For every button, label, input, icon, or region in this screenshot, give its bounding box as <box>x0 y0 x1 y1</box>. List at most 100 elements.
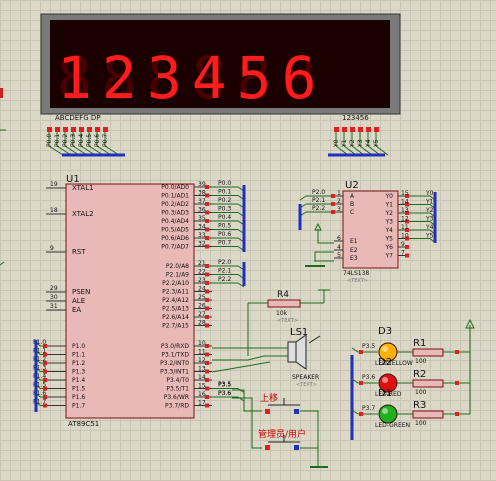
u2-pin-number: 2 <box>337 198 341 205</box>
u1-net-label: P0.1 <box>218 189 231 196</box>
u2-net-label: Y3 <box>425 216 434 223</box>
resistor-ref: R2 <box>413 369 426 380</box>
u1-net-label: P2.2 <box>218 276 231 283</box>
u2-pin-number: 3 <box>337 206 341 213</box>
display-digit-pin-label: Y0 <box>333 139 340 148</box>
u1-pin-name: P3.1/TXD <box>161 352 189 359</box>
segment-pin-group: P0.0 P0.1 P0.2 P0.3 P0.4 P0.5 P0.6 P0.7 <box>46 127 120 156</box>
u1-pin-number: 30 <box>50 294 58 301</box>
u1-pin-number: 21 <box>198 260 206 267</box>
u1-net-label: P2.0 <box>218 259 231 266</box>
display-seg-pin-label: P0.1 <box>54 134 61 147</box>
display-seg-pin-label: P0.3 <box>70 134 77 147</box>
led-ref: D2 <box>378 357 392 368</box>
u1-pin-name: P3.6/WR <box>164 394 189 401</box>
u1-pin-name: P3.4/T0 <box>166 377 189 384</box>
u1-pin-name: P3.2/INT0 <box>160 360 189 367</box>
u2-pin-name: Y7 <box>385 253 394 260</box>
u1-pin-name: PSEN <box>72 288 90 296</box>
display-seg-pin <box>55 127 60 132</box>
u1-net-label: P0.3 <box>218 206 231 213</box>
u1-pin-number: 37 <box>198 198 206 205</box>
u2-pin-name: Y6 <box>385 244 394 251</box>
u1-pin-number: 17 <box>198 400 206 407</box>
u1-pin-name: P0.4/AD4 <box>161 218 189 225</box>
u1-pin-number: 9 <box>50 245 54 252</box>
resistor-ref: R1 <box>413 338 426 349</box>
u1-pin-number: 34 <box>198 224 206 231</box>
u1-pin-name: P0.0/AD0 <box>161 184 189 191</box>
u1-pin-number: 32 <box>198 241 206 248</box>
u2-pin-number: 15 <box>401 190 409 197</box>
led-d1[interactable]: D1P3.7 LED-GREEN <box>351 388 413 429</box>
display-digit-pin <box>366 127 371 132</box>
u2-net-label: P2.2 <box>312 205 325 212</box>
led-net-label: P3.5 <box>362 343 375 350</box>
display-digit-pin-label: Y4 <box>365 139 372 148</box>
r4-ref: R4 <box>277 290 289 300</box>
u1-pin-number: 29 <box>50 285 58 292</box>
display-seg-pin-label: P0.7 <box>102 134 109 147</box>
button-net-p35: P3.5 <box>218 381 231 388</box>
u1-pin-number: 39 <box>198 181 206 188</box>
u1-pin-name: P3.5/T1 <box>166 386 189 393</box>
u1-pin-name: EA <box>72 306 81 314</box>
display-seg-pin-label: P0.2 <box>62 134 69 147</box>
u1-pin-name: P0.2/AD2 <box>161 201 189 208</box>
u1-pin-name: P2.4/A12 <box>162 297 189 304</box>
resistor-value: 100 <box>415 420 427 427</box>
u1-pin-name: RST <box>72 248 86 256</box>
u1-pin-name: ALE <box>72 297 85 305</box>
display-seg-pin <box>87 127 92 132</box>
resistor-r3[interactable]: R3 100 <box>412 400 470 427</box>
led-part: LED-GREEN <box>375 422 410 429</box>
u1-pin-number: 18 <box>50 207 58 214</box>
display-seg-pin <box>71 127 76 132</box>
button-admin-user[interactable]: 管理员/用户 <box>258 428 306 450</box>
button-up-label: 上移 <box>260 392 278 404</box>
led-net-label: P3.6 <box>362 374 375 381</box>
u1-pin-name: P2.0/A8 <box>166 263 189 270</box>
u1-pin-name: P0.7/AD7 <box>161 244 189 251</box>
u2-pin-number: 4 <box>337 244 341 251</box>
ls1-speaker[interactable]: LS1 SPEAKER <TEXT> <box>287 327 321 388</box>
led-group: D3P3.5LED-YELLOWR1100D2P3.6LED-REDR2100D… <box>351 326 471 429</box>
u1-net-label: P0.5 <box>218 223 231 230</box>
u1-p1-pin-name: P1.3 <box>72 369 85 376</box>
ls1-text: <TEXT> <box>296 382 317 388</box>
r4-resistor[interactable]: R4 10k <TEXT> <box>267 290 301 324</box>
resistor-r1[interactable]: R1 100 <box>412 338 470 365</box>
display-digit-pin <box>374 127 379 132</box>
u1-pin-number: 22 <box>198 269 206 276</box>
u2-pin-name: Y3 <box>385 219 394 226</box>
button-mode-label: 管理员/用户 <box>258 428 306 440</box>
led-ref: D1 <box>378 388 392 399</box>
r4-text: <TEXT> <box>277 318 298 324</box>
u2-text: <TEXT> <box>347 278 368 284</box>
u2-pin-number: 5 <box>337 252 341 259</box>
u2-pin-name: C <box>350 209 354 216</box>
u2-pin-number: 13 <box>401 207 409 214</box>
u2-pin-number: 11 <box>401 224 409 231</box>
u2-pin-name: B <box>350 201 354 208</box>
resistor-r2[interactable]: R2 100 <box>412 369 470 396</box>
display-seg-pin-label: P0.0 <box>46 134 53 147</box>
display-digit-pin-label: Y3 <box>357 139 364 148</box>
display-seg-pin-label: P0.6 <box>94 134 101 147</box>
display-seg-pin <box>103 127 108 132</box>
u1-pin-number: 23 <box>198 277 206 284</box>
display-seg-pin-label: P0.4 <box>78 134 85 147</box>
u2-net-label: Y4 <box>425 224 434 231</box>
u2-pin-name: Y2 <box>385 210 394 217</box>
seven-segment-display[interactable]: 888888 123456 ABCDEFG DP 123456 <box>40 13 401 122</box>
u1-pin-name: P2.1/A9 <box>166 272 189 279</box>
button-up[interactable]: 上移 <box>260 392 300 414</box>
u2-pin-name: Y0 <box>385 193 394 200</box>
u1-pin-name: P3.0/RXD <box>161 343 189 350</box>
u1-net-label: P0.6 <box>218 231 231 238</box>
u2-ref: U2 <box>345 180 359 191</box>
display-digit-pin <box>350 127 355 132</box>
u2-net-label: Y1 <box>425 199 434 206</box>
r4-value: 10k <box>276 310 288 317</box>
u2-pin-number: 7 <box>401 250 405 257</box>
